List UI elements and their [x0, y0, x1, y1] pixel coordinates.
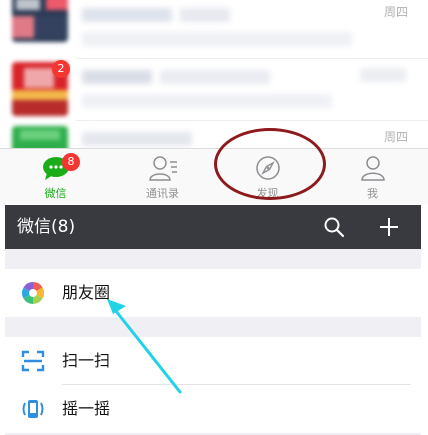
chat-row[interactable]: 周四 — [0, 122, 428, 150]
screen: 周四 2 周四 8 微信 通讯录 发现 我 微信(8) 朋友圈 扫一扫 摇一摇 — [0, 0, 428, 435]
unread-badge: 2 — [52, 60, 70, 78]
list-item-label: 摇一摇 — [62, 399, 111, 418]
chat-list: 周四 2 周四 — [0, 0, 428, 150]
page-title: 微信(8) — [17, 217, 76, 237]
compass-icon — [255, 156, 280, 180]
tab-label: 通讯录 — [146, 187, 179, 200]
moments-aperture-icon — [22, 282, 44, 304]
scan-icon — [21, 350, 45, 372]
tab-contacts[interactable]: 通讯录 — [109, 149, 216, 205]
plus-icon[interactable] — [378, 216, 400, 238]
person-icon — [360, 156, 385, 181]
tab-label: 我 — [367, 187, 378, 200]
avatar — [12, 126, 68, 150]
nav-header: 微信(8) — [5, 205, 421, 249]
tab-label: 发现 — [256, 187, 279, 200]
avatar — [12, 0, 68, 42]
list-item-moments[interactable]: 朋友圈 — [5, 269, 421, 317]
tab-wechat[interactable]: 8 微信 — [2, 149, 109, 205]
chat-time: 周四 — [383, 130, 408, 144]
tab-label: 微信 — [44, 187, 67, 200]
list-item-scan[interactable]: 扫一扫 — [5, 337, 421, 385]
chat-time: 周四 — [383, 5, 408, 19]
list-item-label: 朋友圈 — [62, 283, 111, 302]
contacts-icon — [148, 156, 177, 181]
search-icon[interactable] — [323, 216, 345, 238]
list-item-label: 扫一扫 — [62, 351, 111, 370]
bottom-tab-bar: 8 微信 通讯录 发现 我 — [0, 148, 428, 204]
tab-me[interactable]: 我 — [319, 149, 426, 205]
tab-discover[interactable]: 发现 — [214, 149, 321, 205]
discover-list: 朋友圈 扫一扫 摇一摇 — [5, 249, 421, 435]
list-item-shake[interactable]: 摇一摇 — [5, 385, 421, 433]
shake-icon — [22, 400, 44, 418]
chat-row[interactable]: 周四 — [0, 0, 428, 60]
tab-badge: 8 — [62, 153, 80, 171]
chat-row[interactable]: 2 — [0, 58, 428, 121]
